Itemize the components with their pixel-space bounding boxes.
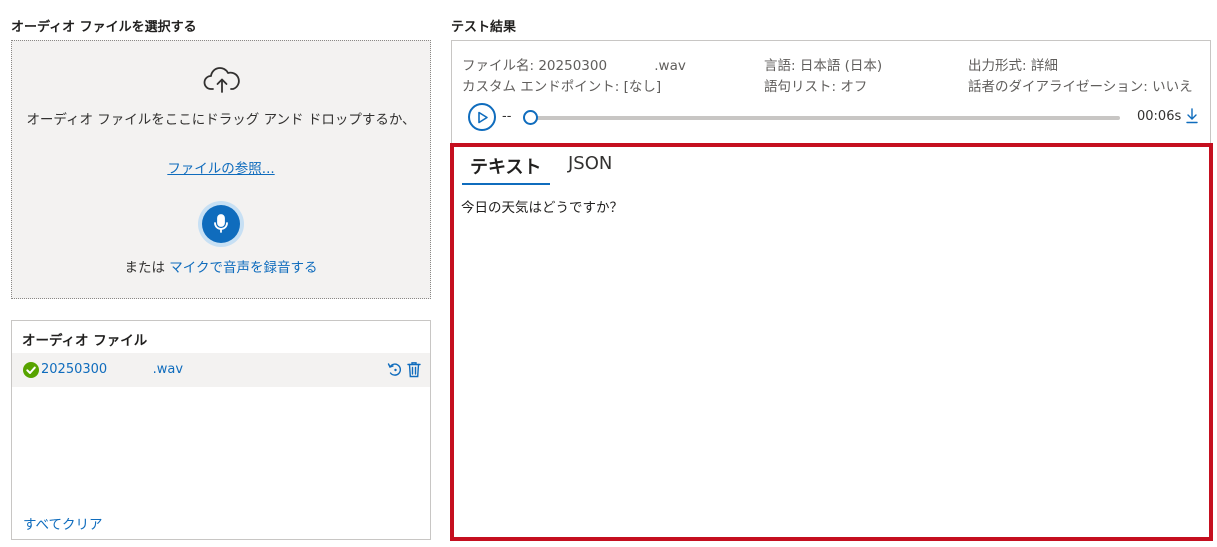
record-prefix: または	[124, 260, 170, 276]
meta-language: 言語: 日本語 (日本)	[764, 58, 883, 74]
play-icon	[478, 111, 488, 124]
transcript-text: 今日の天気はどうですか？	[461, 200, 623, 216]
tab-text[interactable]: テキスト	[462, 153, 549, 187]
file-name-link[interactable]: 20250300 .wav	[41, 362, 183, 377]
select-audio-title: オーディオ ファイルを選択する	[11, 20, 197, 35]
clear-all-link[interactable]: すべてクリア	[23, 513, 103, 533]
record-line: または マイクで音声を録音する	[12, 256, 430, 276]
result-metadata-panel: ファイル名: 20250300 .wav 言語: 日本語 (日本) 出力形式: …	[451, 40, 1211, 144]
drop-instructions: オーディオ ファイルをここにドラッグ アンド ドロップするか、	[26, 112, 416, 128]
meta-phrase-list: 語句リスト: オフ	[764, 79, 868, 95]
file-list-item[interactable]: 20250300 .wav	[12, 353, 430, 387]
audio-files-header: オーディオ ファイル	[22, 333, 148, 349]
play-button[interactable]	[468, 103, 496, 131]
test-results-title: テスト結果	[451, 20, 517, 35]
tab-json[interactable]: JSON	[560, 153, 620, 187]
microphone-icon	[214, 214, 228, 233]
record-mic-button[interactable]	[202, 205, 240, 243]
audio-files-panel: オーディオ ファイル 20250300 .wav すべてクリア	[11, 320, 431, 540]
check-circle-icon	[23, 362, 39, 378]
delete-icon[interactable]	[406, 361, 422, 378]
seek-thumb[interactable]	[523, 110, 538, 125]
current-time: --	[502, 109, 512, 124]
download-icon[interactable]	[1186, 108, 1198, 124]
rerun-icon[interactable]	[387, 361, 403, 378]
cloud-upload-icon	[203, 67, 240, 93]
meta-custom-endpoint: カスタム エンドポイント: [なし]	[462, 79, 662, 95]
meta-file-name: ファイル名: 20250300 .wav	[462, 58, 686, 74]
record-with-mic-link[interactable]: マイクで音声を録音する	[169, 260, 317, 276]
meta-output-format: 出力形式: 詳細	[968, 58, 1058, 74]
meta-diarization: 話者のダイアライゼーション: いいえ	[968, 79, 1193, 95]
duration: 00:06s	[1137, 109, 1182, 124]
audio-player: -- 00:06s	[468, 103, 1198, 133]
browse-files-link[interactable]: ファイルの参照...	[12, 157, 430, 177]
audio-dropzone[interactable]: オーディオ ファイルをここにドラッグ アンド ドロップするか、 ファイルの参照.…	[11, 40, 431, 299]
mic-button-halo	[198, 201, 244, 247]
seek-track[interactable]	[530, 116, 1120, 120]
transcript-output-box: テキスト JSON 今日の天気はどうですか？	[450, 143, 1213, 541]
active-tab-indicator	[462, 183, 550, 185]
